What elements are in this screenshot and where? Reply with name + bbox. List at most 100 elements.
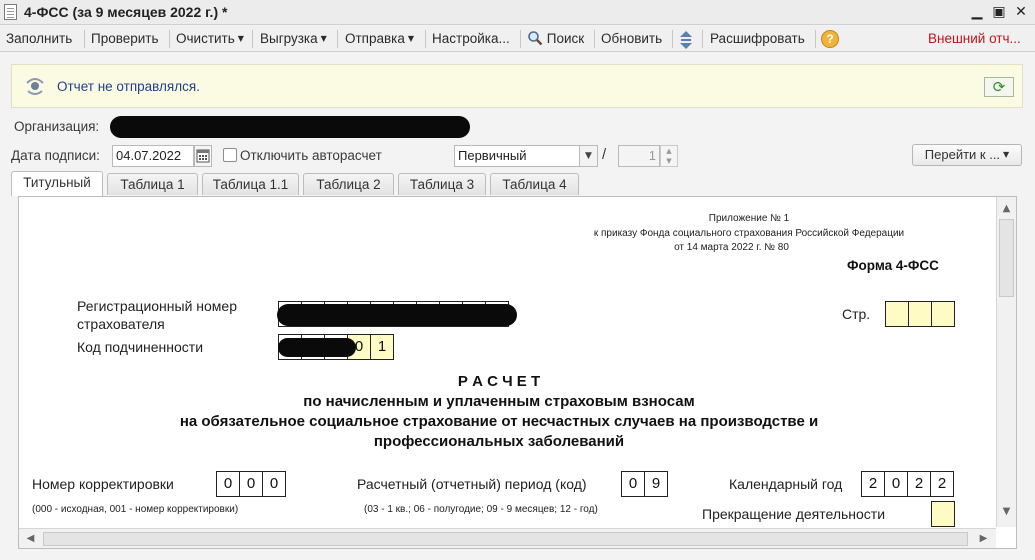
title-bar: 4-ФСС (за 9 месяцев 2022 г.) * ▁ ▣ ✕ [0, 0, 1035, 25]
horizontal-scrollbar[interactable]: ◀ ▶ [19, 528, 996, 548]
export-label: Выгрузка [260, 31, 318, 46]
tab-table-1[interactable]: Таблица 1 [107, 173, 198, 195]
status-panel: Отчет не отправлялся. ⟳ [11, 64, 1023, 108]
appendix-line-2: к приказу Фонда социального страхования … [593, 228, 905, 239]
help-button[interactable]: ? [821, 30, 839, 48]
toolbar-separator [252, 30, 253, 48]
scroll-down-icon[interactable]: ▼ [997, 503, 1016, 521]
page-number-cells[interactable] [885, 301, 955, 327]
correction-cells[interactable]: 000 [216, 471, 286, 497]
correction-digit[interactable]: 0 [239, 471, 263, 497]
goto-button[interactable]: Перейти к ... ▼ [912, 144, 1022, 166]
settings-button[interactable]: Настройка... [432, 30, 510, 48]
vertical-scroll-thumb[interactable] [999, 219, 1014, 297]
number-slash: / [602, 146, 607, 163]
refresh-status-button[interactable]: ⟳ [984, 77, 1014, 97]
period-digit[interactable]: 0 [621, 471, 645, 497]
toolbar-separator [672, 30, 673, 48]
tab-table-3[interactable]: Таблица 3 [398, 173, 486, 195]
correction-label: Номер корректировки [32, 476, 174, 492]
search-button[interactable]: Поиск [527, 30, 584, 48]
scroll-up-icon[interactable]: ▲ [997, 200, 1016, 218]
help-icon: ? [821, 30, 839, 48]
report-heading: Р А С Ч Е Т [457, 373, 541, 390]
date-label: Дата подписи: [11, 148, 100, 163]
toolbar-separator [84, 30, 85, 48]
reg-number-label-2: страхователя [77, 316, 165, 332]
toolbar-separator [520, 30, 521, 48]
fill-button[interactable]: Заполнить [6, 30, 72, 48]
document-icon [4, 4, 17, 20]
year-digit[interactable]: 2 [907, 471, 931, 497]
sub-code-digit[interactable]: 1 [370, 334, 394, 360]
send-status-text: Отчет не отправлялся. [57, 79, 200, 94]
reg-number-label-1: Регистрационный номер [77, 298, 237, 314]
autocalc-checkbox[interactable] [223, 148, 237, 162]
vertical-scrollbar[interactable]: ▲ ▼ [996, 197, 1016, 527]
redacted-organization [110, 116, 470, 138]
number-stepper[interactable]: ▲ ▼ [660, 145, 678, 167]
send-label: Отправка [345, 31, 405, 46]
send-button[interactable]: Отправка ▼ [345, 30, 414, 48]
chevron-down-icon: ▼ [585, 151, 592, 161]
org-label: Организация: [14, 119, 100, 134]
year-digit[interactable]: 2 [930, 471, 954, 497]
toolbar: Заполнить Проверить Очистить ▼ Выгрузка ▼ … [0, 26, 1035, 52]
refresh-button[interactable]: Обновить [601, 30, 662, 48]
check-button[interactable]: Проверить [91, 30, 159, 48]
appendix-line-1: Приложение № 1 [708, 213, 790, 224]
period-cells[interactable]: 09 [621, 471, 668, 497]
report-type-dropdown[interactable]: ▼ [579, 145, 598, 167]
period-hint: (03 - 1 кв.; 06 - полугодие; 09 - 9 меся… [364, 504, 598, 515]
redacted-reg-number [277, 304, 517, 326]
tab-title-page[interactable]: Титульный [11, 171, 103, 196]
autocalc-label: Отключить авторасчет [240, 148, 382, 163]
period-label: Расчетный (отчетный) период (код) [357, 476, 587, 492]
scroll-right-icon[interactable]: ▶ [974, 530, 993, 548]
minimize-icon[interactable]: ▁ [968, 3, 986, 21]
year-digit[interactable]: 2 [861, 471, 885, 497]
close-icon[interactable]: ✕ [1012, 3, 1030, 21]
correction-digit[interactable]: 0 [262, 471, 286, 497]
toolbar-separator [425, 30, 426, 48]
date-input[interactable]: 04.07.2022 [112, 145, 194, 167]
dropdown-arrow-icon: ▼ [1003, 150, 1010, 159]
toolbar-separator [702, 30, 703, 48]
tab-table-2[interactable]: Таблица 2 [303, 173, 394, 195]
report-subheading-2: на обязательное социальное страхование о… [179, 413, 819, 430]
search-label: Поиск [546, 31, 585, 46]
scroll-left-icon[interactable]: ◀ [21, 530, 40, 548]
horizontal-scroll-thumb[interactable] [43, 532, 968, 546]
tab-table-1-1[interactable]: Таблица 1.1 [202, 173, 299, 195]
termination-cell[interactable] [931, 501, 955, 527]
year-digit[interactable]: 0 [884, 471, 908, 497]
correction-number-input[interactable]: 1 [618, 145, 660, 167]
toolbar-separator [815, 30, 816, 48]
stepper-up-icon: ▲ [666, 147, 672, 155]
dropdown-arrow-icon: ▼ [237, 34, 244, 43]
correction-digit[interactable]: 0 [216, 471, 240, 497]
clear-label: Очистить [176, 31, 235, 46]
report-document: Приложение № 1 к приказу Фонда социально… [18, 196, 1017, 549]
export-button[interactable]: Выгрузка ▼ [260, 30, 327, 48]
redacted-sub-code [278, 338, 356, 357]
up-down-arrows-icon [680, 31, 692, 49]
correction-hint: (000 - исходная, 001 - номер корректиров… [32, 504, 239, 515]
maximize-icon[interactable]: ▣ [990, 3, 1008, 21]
external-report-button[interactable]: Внешний отч... [928, 30, 1021, 48]
year-cells[interactable]: 2022 [861, 471, 954, 497]
decode-button[interactable]: Расшифровать [710, 30, 805, 48]
expand-collapse-button[interactable] [678, 30, 694, 49]
report-type-select[interactable]: Первичный [454, 145, 580, 167]
calendar-button[interactable] [194, 145, 212, 167]
calendar-icon [196, 149, 210, 163]
termination-label: Прекращение деятельности [702, 506, 886, 522]
clear-button[interactable]: Очистить ▼ [176, 30, 244, 48]
toolbar-separator [169, 30, 170, 48]
dropdown-arrow-icon: ▼ [320, 34, 327, 43]
appendix-line-3: от 14 марта 2022 г. № 80 [674, 242, 789, 253]
refresh-icon: ⟳ [992, 78, 1006, 96]
tab-table-4[interactable]: Таблица 4 [490, 173, 579, 195]
period-digit[interactable]: 9 [644, 471, 668, 497]
report-subheading-1: по начисленным и уплаченным страховым вз… [303, 393, 695, 410]
